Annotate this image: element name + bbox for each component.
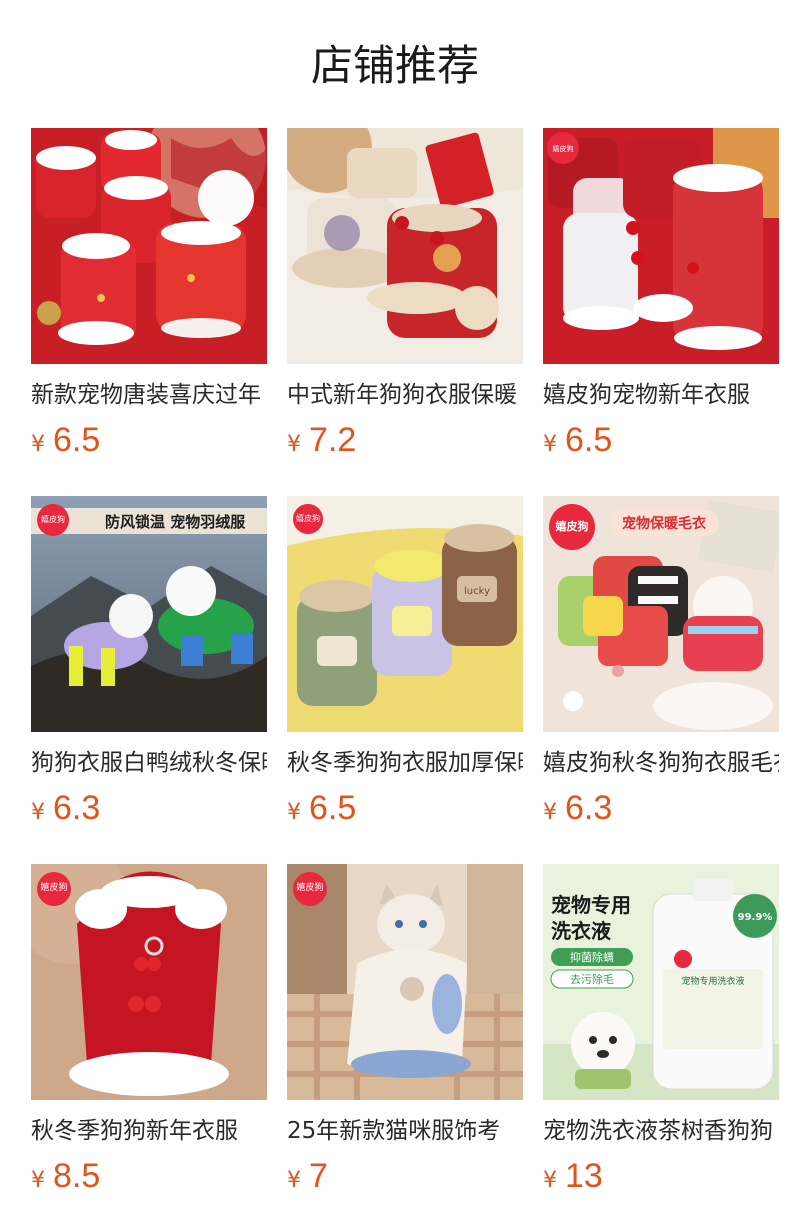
- svg-text:嬉皮狗: 嬉皮狗: [553, 144, 574, 153]
- headline-text-2: 洗衣液: [551, 919, 612, 943]
- product-card[interactable]: 嬉皮狗 秋冬季狗狗新年衣服 ¥8.5: [31, 864, 267, 1204]
- currency-symbol: ¥: [287, 432, 301, 457]
- bottle-label-text: 宠物专用洗衣液: [681, 975, 744, 987]
- banner-text: 宠物保暖毛衣: [622, 515, 707, 532]
- product-card[interactable]: 新款宠物唐装喜庆过年 ¥6.5: [31, 128, 267, 468]
- brand-badge-text: 嬉皮狗: [41, 514, 65, 524]
- product-name[interactable]: 秋冬季狗狗新年衣服: [31, 1114, 267, 1148]
- brand-badge-text: 嬉皮狗: [296, 883, 324, 894]
- product-card[interactable]: 嬉皮狗 嬉皮狗宠物新年衣服 ¥6.5: [543, 128, 779, 468]
- product-card[interactable]: 中式新年狗狗衣服保暖 ¥7.2: [287, 128, 523, 468]
- page-title: 店铺推荐: [310, 41, 479, 90]
- product-price: ¥13: [543, 1154, 779, 1198]
- brand-badge: 嬉皮狗: [293, 504, 323, 534]
- product-image[interactable]: 防风锁温 宠物羽绒服 嬉皮狗: [31, 496, 267, 732]
- price-value: 6.5: [565, 421, 613, 459]
- product-price: ¥6.5: [287, 786, 523, 830]
- clothing-tag-text: lucky: [464, 586, 490, 597]
- product-name[interactable]: 新款宠物唐装喜庆过年: [31, 378, 267, 412]
- product-card[interactable]: 宠物保暖毛衣 嬉皮狗 嬉皮狗秋冬狗狗衣服毛衣 ¥6.3: [543, 496, 779, 836]
- brand-badge-text: 嬉皮狗: [296, 513, 320, 523]
- product-name[interactable]: 嬉皮狗秋冬狗狗衣服毛衣: [543, 746, 779, 780]
- brand-badge: 嬉皮狗: [37, 504, 69, 536]
- product-image[interactable]: [287, 128, 523, 364]
- price-value: 6.5: [53, 421, 101, 459]
- product-image[interactable]: lucky 嬉皮狗: [287, 496, 523, 732]
- currency-symbol: ¥: [287, 1168, 301, 1193]
- product-price: ¥6.5: [31, 418, 267, 462]
- product-price: ¥6.5: [543, 418, 779, 462]
- banner-text: 防风锁温 宠物羽绒服: [105, 513, 246, 531]
- product-price: ¥7: [287, 1154, 523, 1198]
- chip-text-1: 抑菌除螨: [570, 950, 614, 964]
- product-name[interactable]: 秋冬季狗狗衣服加厚保暖: [287, 746, 523, 780]
- product-price: ¥6.3: [543, 786, 779, 830]
- currency-symbol: ¥: [287, 800, 301, 825]
- price-value: 6.5: [309, 789, 357, 827]
- product-name[interactable]: 狗狗衣服白鸭绒秋冬保暖: [31, 746, 267, 780]
- product-image[interactable]: 嬉皮狗: [287, 864, 523, 1100]
- price-value: 7.2: [309, 421, 357, 459]
- product-price: ¥8.5: [31, 1154, 267, 1198]
- currency-symbol: ¥: [543, 1168, 557, 1193]
- product-card[interactable]: lucky 嬉皮狗 秋冬季狗狗衣服加厚保暖 ¥6.5: [287, 496, 523, 836]
- product-name[interactable]: 嬉皮狗宠物新年衣服: [543, 378, 779, 412]
- currency-symbol: ¥: [543, 432, 557, 457]
- stat-text: 99.9%: [738, 912, 773, 923]
- headline-text-1: 宠物专用: [551, 893, 631, 917]
- product-image[interactable]: [31, 128, 267, 364]
- product-name[interactable]: 25年新款猫咪服饰考: [287, 1114, 523, 1148]
- brand-badge-text: 嬉皮狗: [555, 519, 589, 533]
- product-card[interactable]: 防风锁温 宠物羽绒服 嬉皮狗 狗狗衣服白鸭绒秋冬保暖 ¥6.3: [31, 496, 267, 836]
- price-value: 6.3: [53, 789, 101, 827]
- currency-symbol: ¥: [31, 800, 45, 825]
- product-price: ¥7.2: [287, 418, 523, 462]
- brand-badge: 嬉皮狗: [549, 504, 595, 550]
- product-card[interactable]: 嬉皮狗 25年新款猫咪服饰考 ¥7: [287, 864, 523, 1204]
- product-card[interactable]: 99.9% 宠物专用洗衣液 宠物专用 洗衣液 抑菌除螨 去污除毛 宠物洗衣液茶树…: [543, 864, 779, 1204]
- product-price: ¥6.3: [31, 786, 267, 830]
- product-name[interactable]: 中式新年狗狗衣服保暖: [287, 378, 523, 412]
- product-image[interactable]: 99.9% 宠物专用洗衣液 宠物专用 洗衣液 抑菌除螨 去污除毛: [543, 864, 779, 1100]
- brand-badge: 嬉皮狗: [37, 872, 71, 906]
- price-value: 13: [565, 1157, 603, 1195]
- currency-symbol: ¥: [31, 432, 45, 457]
- currency-symbol: ¥: [543, 800, 557, 825]
- price-value: 8.5: [53, 1157, 101, 1195]
- currency-symbol: ¥: [31, 1168, 45, 1193]
- product-image[interactable]: 嬉皮狗: [31, 864, 267, 1100]
- price-value: 6.3: [565, 789, 613, 827]
- product-name[interactable]: 宠物洗衣液茶树香狗狗: [543, 1114, 779, 1148]
- product-image[interactable]: 嬉皮狗: [543, 128, 779, 364]
- product-image[interactable]: 宠物保暖毛衣 嬉皮狗: [543, 496, 779, 732]
- brand-badge-text: 嬉皮狗: [40, 883, 68, 894]
- price-value: 7: [309, 1157, 328, 1195]
- brand-badge: 嬉皮狗: [293, 872, 327, 906]
- chip-text-2: 去污除毛: [570, 972, 614, 986]
